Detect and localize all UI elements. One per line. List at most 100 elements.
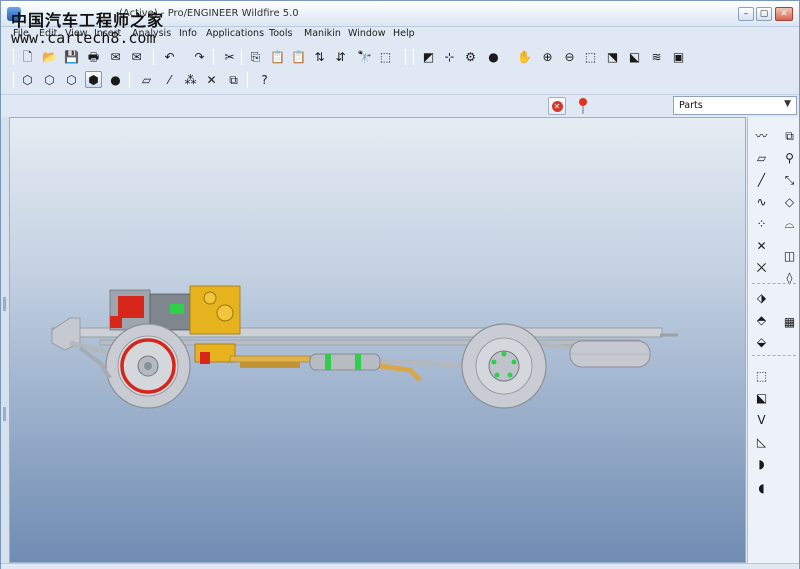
stop-icon: ✕: [551, 100, 563, 112]
cut-feature-icon[interactable]: ⬕: [753, 389, 770, 406]
csys-icon[interactable]: ✕: [753, 237, 770, 254]
round-icon[interactable]: ⬘: [753, 311, 770, 328]
menu-window[interactable]: Window: [348, 28, 385, 39]
toolbar-separator: [129, 72, 130, 88]
spin-center-icon[interactable]: ⊹: [441, 48, 458, 65]
pan-icon[interactable]: ✋: [516, 48, 533, 65]
enhanced-realism-icon[interactable]: ●: [107, 71, 124, 88]
regen-manager-icon[interactable]: ⇵: [332, 48, 349, 65]
menu-tools[interactable]: Tools: [269, 28, 292, 39]
orient-icon[interactable]: ⚙: [462, 48, 479, 65]
datum-axis-icon[interactable]: ╱: [753, 171, 770, 188]
cut-icon[interactable]: ✂: [221, 48, 238, 65]
navigator-grip[interactable]: [3, 297, 6, 311]
display-toolbar: ⬡ ⬡ ⬡ ⬢ ● ▱ ⁄ ⁂ ✕ ⧉?: [1, 69, 799, 91]
message-bar: [1, 563, 799, 569]
zoom-out-icon[interactable]: ⊖: [561, 48, 578, 65]
no-hidden-icon[interactable]: ⬡: [63, 71, 80, 88]
pattern-icon[interactable]: ▦: [781, 313, 798, 330]
repaint-icon[interactable]: ◩: [420, 48, 437, 65]
find-icon[interactable]: 🔭: [356, 48, 373, 65]
regeneration-status-icon[interactable]: [576, 97, 590, 115]
email-link-icon[interactable]: ✉: [128, 48, 145, 65]
paste-special-icon[interactable]: 📋: [290, 48, 307, 65]
spare-tire: [569, 340, 651, 368]
plane-display-icon[interactable]: ▱: [138, 71, 155, 88]
close-button[interactable]: ✕: [775, 7, 793, 21]
hidden-line-icon[interactable]: ⬡: [41, 71, 58, 88]
navigator-edge[interactable]: [1, 117, 9, 563]
front-wheel: [105, 323, 191, 409]
feature-toolbar: 〰 ⧉ ▱ ⚲ ╱ ⤡ ∿ ◇ ⁘ ⌓ ✕ ⨉ ◫ ◊ ⬗ ▦ ⬘ ⬙ ⬚ ⬕ ⴸ ◺ ◗ ◖: [747, 117, 799, 563]
menu-applications[interactable]: Applications: [206, 28, 264, 39]
toolbar-separator: [752, 355, 796, 356]
redo-icon[interactable]: ↷: [191, 48, 208, 65]
chassis-model: [51, 285, 678, 409]
shading-icon[interactable]: ⬢: [85, 71, 102, 88]
refit-icon[interactable]: ⬚: [582, 48, 599, 65]
analysis-datum-icon[interactable]: ⨉: [753, 259, 770, 276]
annotation-display-icon[interactable]: ⧉: [225, 71, 242, 88]
point-display-icon[interactable]: ⁂: [182, 71, 199, 88]
select-box-icon[interactable]: ⬚: [377, 48, 394, 65]
chamfer-icon[interactable]: ◺: [753, 433, 770, 450]
hole-icon[interactable]: ⬗: [753, 289, 770, 306]
context-help-icon[interactable]: ?: [256, 71, 273, 88]
toolbar-separator: [153, 49, 154, 65]
chevron-down-icon: ▼: [784, 99, 791, 109]
menu-manikin[interactable]: Manikin: [304, 28, 341, 39]
print-icon[interactable]: 🖶: [85, 48, 102, 65]
navigator-grip[interactable]: [3, 407, 6, 421]
axis-display-icon[interactable]: ⁄: [161, 71, 178, 88]
status-row: ✕ Parts ▼: [1, 94, 799, 116]
datum-plane-icon[interactable]: ▱: [753, 149, 770, 166]
toolbar-separator: [241, 49, 242, 65]
new-icon[interactable]: 🗋: [19, 48, 36, 65]
wireframe-icon[interactable]: ⬡: [19, 71, 36, 88]
toolbar-separator: [247, 72, 248, 88]
datum-point-icon[interactable]: ⁘: [753, 215, 770, 232]
stop-regeneration-button[interactable]: ✕: [548, 97, 566, 115]
regenerate-icon[interactable]: ⇅: [311, 48, 328, 65]
toolbar-separator: [13, 72, 14, 88]
selection-filter-dropdown[interactable]: Parts ▼: [673, 96, 797, 115]
save-icon[interactable]: 💾: [63, 48, 80, 65]
email-icon[interactable]: ✉: [107, 48, 124, 65]
csys-display-icon[interactable]: ✕: [203, 71, 220, 88]
menu-help[interactable]: Help: [393, 28, 415, 39]
open-icon[interactable]: 📂: [41, 48, 58, 65]
layers-icon[interactable]: ≋: [648, 48, 665, 65]
paste-icon[interactable]: 📋: [269, 48, 286, 65]
package-icon[interactable]: ◇: [781, 193, 798, 210]
copy-icon[interactable]: ⎘: [247, 48, 264, 65]
exhaust-system: [229, 353, 422, 382]
create-component-icon[interactable]: ⚲: [781, 149, 798, 166]
graphics-window[interactable]: [9, 117, 746, 563]
rear-wheel: [461, 323, 547, 409]
view-manager-icon[interactable]: ▣: [670, 48, 687, 65]
weld-icon[interactable]: ⴸ: [753, 411, 770, 428]
menu-info[interactable]: Info: [179, 28, 197, 39]
saved-views-icon[interactable]: ⬕: [626, 48, 643, 65]
draft-icon[interactable]: ◗: [753, 455, 770, 472]
watermark-url: www.cartech8.com: [11, 29, 156, 47]
title-bar: (Active) - Pro/ENGINEER Wildfire 5.0 中国汽…: [1, 1, 799, 30]
extrude-icon[interactable]: ⬙: [753, 333, 770, 350]
main-toolbar: 🗋 📂 💾 🖶 ✉ ✉ ↶ ↷ ✂ ⎘ 📋 📋 ⇅ ⇵ 🔭 ⬚ ◩ ⊹ ⚙ ● ✋ ⊕ ⊖ ⬚ ⬔ ⬕ ≋ ▣: [1, 46, 799, 68]
reorient-icon[interactable]: ⬔: [604, 48, 621, 65]
assemble-icon[interactable]: ⧉: [781, 127, 798, 144]
shell-icon[interactable]: ◖: [753, 479, 770, 496]
repeat-icon[interactable]: ⤡: [781, 171, 798, 188]
mechanism-icon[interactable]: ⌓: [781, 215, 798, 232]
toolbar-separator: [13, 49, 14, 65]
zoom-in-icon[interactable]: ⊕: [539, 48, 556, 65]
datum-curve-icon[interactable]: ∿: [753, 193, 770, 210]
sketch-icon[interactable]: 〰: [753, 127, 770, 144]
revolve-icon[interactable]: ⬚: [753, 367, 770, 384]
maximize-button[interactable]: ▢: [756, 7, 772, 21]
appearance-icon[interactable]: ●: [485, 48, 502, 65]
undo-icon[interactable]: ↶: [161, 48, 178, 65]
minimize-button[interactable]: –: [738, 7, 754, 21]
mirror-component-icon[interactable]: ◫: [781, 247, 798, 264]
selection-filter-value: Parts: [679, 100, 703, 111]
